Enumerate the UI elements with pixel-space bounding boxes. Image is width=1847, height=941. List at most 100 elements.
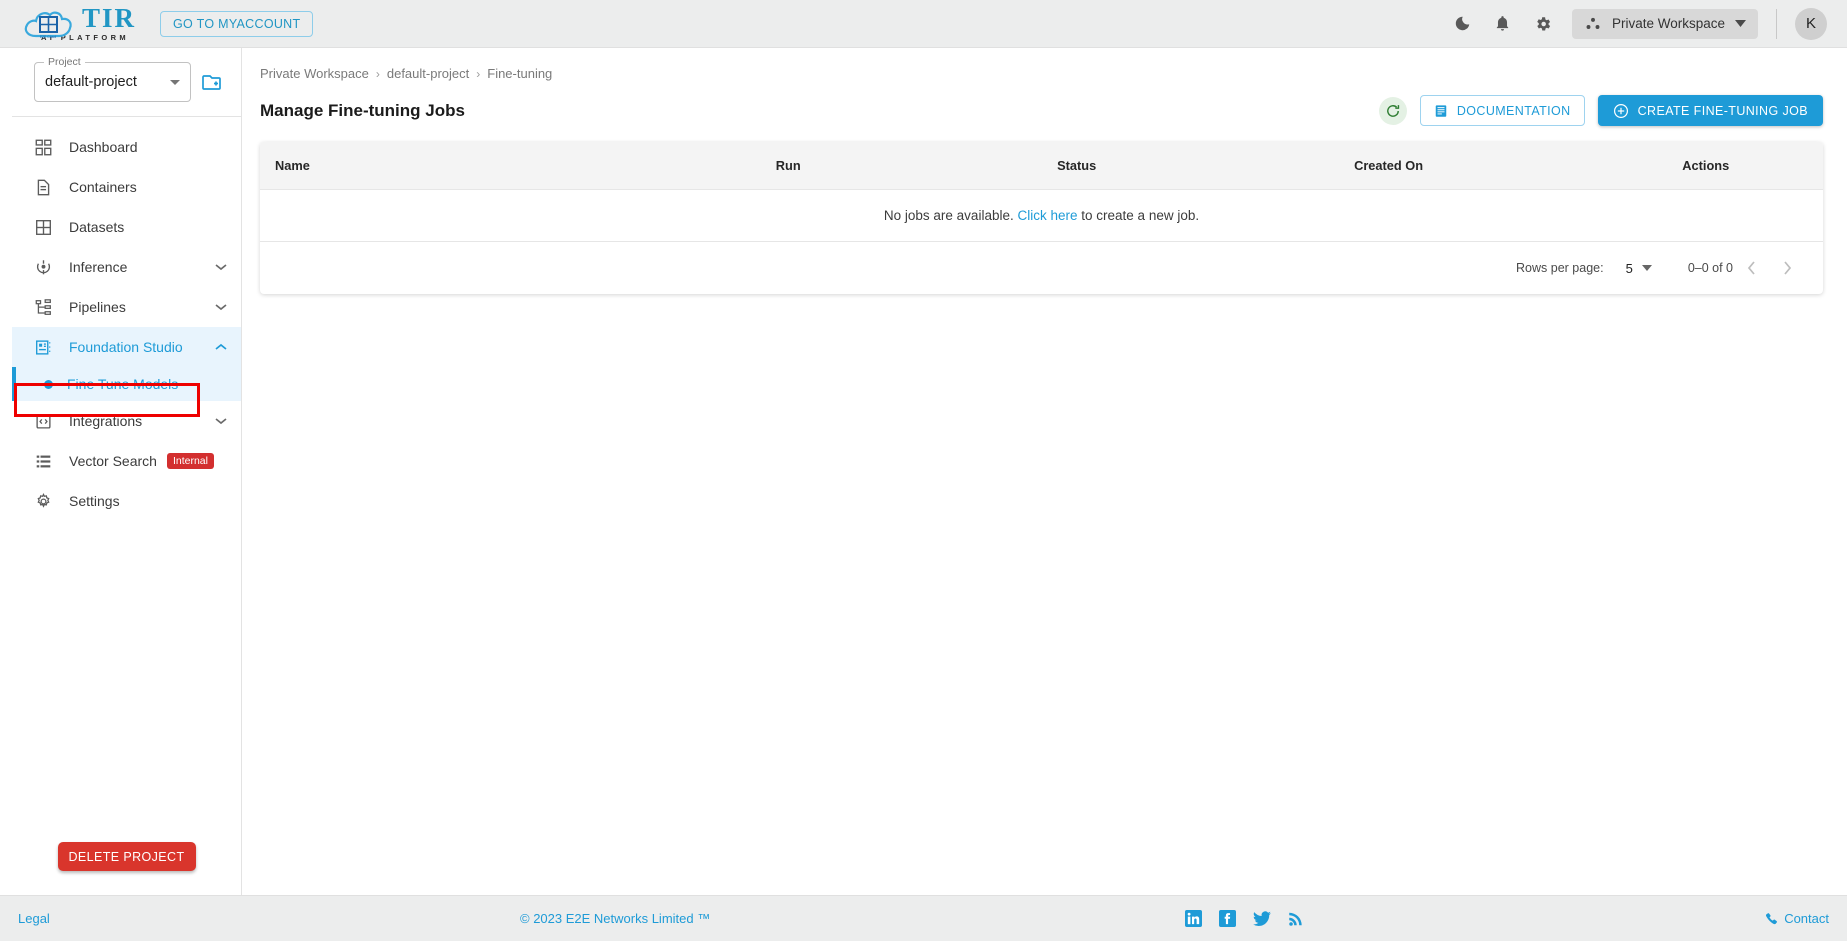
contact-link[interactable]: Contact bbox=[1765, 911, 1829, 926]
phone-icon bbox=[1765, 912, 1779, 926]
table-empty-row: No jobs are available. Click here to cre… bbox=[260, 189, 1823, 242]
sidebar-item-dashboard[interactable]: Dashboard bbox=[12, 127, 241, 167]
empty-text-before: No jobs are available. bbox=[883, 208, 1014, 223]
page-title: Manage Fine-tuning Jobs bbox=[260, 100, 465, 120]
sidebar-item-label: Vector Search bbox=[69, 453, 157, 469]
contact-label: Contact bbox=[1784, 911, 1829, 926]
copyright-text: © 2023 E2E Networks Limited ™ bbox=[520, 911, 711, 926]
sidebar-item-label: Fine Tune Models bbox=[67, 376, 179, 392]
delete-project-row: DELETE PROJECT bbox=[12, 842, 241, 895]
sidebar-item-settings[interactable]: Settings bbox=[12, 481, 241, 521]
breadcrumb-item-workspace[interactable]: Private Workspace bbox=[260, 66, 369, 81]
grid-icon bbox=[32, 219, 54, 236]
linkedin-icon[interactable] bbox=[1185, 910, 1202, 927]
svg-text:E2E Cloud: E2E Cloud bbox=[40, 35, 56, 39]
settings-gear-icon bbox=[32, 492, 54, 510]
page-actions: DOCUMENTATION CREATE FINE-TUNING JOB bbox=[1378, 95, 1823, 126]
sidebar-item-label: Containers bbox=[69, 179, 137, 195]
list-icon bbox=[32, 453, 54, 470]
sidebar-item-pipelines[interactable]: Pipelines bbox=[12, 287, 241, 327]
sidebar-item-inference[interactable]: Inference bbox=[12, 247, 241, 287]
sidebar-item-datasets[interactable]: Datasets bbox=[12, 207, 241, 247]
breadcrumb-item-current: Fine-tuning bbox=[487, 66, 553, 81]
table-header-row: Name Run Status Created On Actions bbox=[260, 142, 1823, 190]
rows-per-page-label: Rows per page: bbox=[1516, 261, 1604, 275]
book-icon bbox=[1434, 104, 1448, 118]
breadcrumb-separator: › bbox=[476, 66, 481, 81]
chevron-down-icon bbox=[1735, 20, 1746, 27]
workspace-label: Private Workspace bbox=[1611, 16, 1725, 31]
page-header-row: Manage Fine-tuning Jobs DOCUMENTATION CR… bbox=[243, 81, 1847, 126]
empty-text-after: to create a new job. bbox=[1081, 208, 1200, 223]
cloud-logo-icon: E2E Cloud bbox=[22, 8, 76, 42]
sidebar-item-label: Integrations bbox=[69, 413, 143, 429]
breadcrumb: Private Workspace › default-project › Fi… bbox=[243, 48, 1847, 81]
dashboard-icon bbox=[32, 139, 54, 156]
sidebar-item-label: Datasets bbox=[69, 219, 125, 235]
chevron-up-icon bbox=[215, 343, 227, 351]
chevron-down-icon bbox=[215, 417, 227, 425]
social-links bbox=[1185, 910, 1304, 927]
project-select[interactable]: Project default-project bbox=[34, 56, 191, 102]
fine-tuning-jobs-table: Name Run Status Created On Actions No jo… bbox=[260, 142, 1823, 242]
column-header-run: Run bbox=[775, 158, 801, 173]
chevron-right-icon[interactable] bbox=[1769, 250, 1805, 286]
moon-icon[interactable] bbox=[1452, 13, 1474, 35]
create-fine-tuning-job-label: CREATE FINE-TUNING JOB bbox=[1637, 103, 1808, 118]
avatar[interactable]: K bbox=[1795, 7, 1827, 40]
chevron-down-icon bbox=[170, 79, 180, 85]
app-header: E2E Cloud TIR AI PLATFORM GO TO MYACCOUN… bbox=[0, 0, 1847, 48]
sidebar-item-label: Settings bbox=[69, 493, 120, 509]
sidebar-item-label: Inference bbox=[69, 259, 128, 275]
project-select-value: default-project bbox=[45, 74, 137, 90]
sidebar-item-fine-tune-models[interactable]: Fine Tune Models bbox=[12, 367, 241, 401]
sidebar-item-label: Pipelines bbox=[69, 299, 126, 315]
workspace-selector[interactable]: Private Workspace bbox=[1571, 8, 1758, 39]
go-to-myaccount-button[interactable]: GO TO MYACCOUNT bbox=[160, 10, 314, 37]
table-pagination: Rows per page: 5 0–0 of 0 bbox=[260, 242, 1823, 294]
sidebar-item-label: Dashboard bbox=[69, 139, 138, 155]
breadcrumb-item-project[interactable]: default-project bbox=[387, 66, 469, 81]
sidebar: Project default-project Dashboard Contai… bbox=[12, 48, 242, 895]
sidebar-subnav: Fine Tune Models bbox=[12, 367, 241, 401]
add-folder-icon[interactable] bbox=[201, 72, 223, 92]
bullet-dot-icon bbox=[44, 379, 53, 389]
legal-link[interactable]: Legal bbox=[18, 911, 50, 926]
inference-icon bbox=[32, 259, 54, 276]
integrations-icon bbox=[32, 413, 54, 430]
jobs-table-card: Name Run Status Created On Actions No jo… bbox=[260, 142, 1823, 294]
foundation-studio-icon bbox=[32, 339, 54, 356]
chevron-down-icon bbox=[215, 263, 227, 271]
pagination-range: 0–0 of 0 bbox=[1687, 261, 1733, 275]
logo-title: TIR bbox=[82, 3, 137, 34]
empty-state-message: No jobs are available. Click here to cre… bbox=[260, 189, 1823, 242]
chevron-down-icon bbox=[215, 303, 227, 311]
pipelines-icon bbox=[32, 299, 54, 316]
chevron-left-icon[interactable] bbox=[1733, 250, 1769, 286]
main-content: Private Workspace › default-project › Fi… bbox=[243, 48, 1847, 895]
plus-circle-icon bbox=[1613, 103, 1629, 119]
create-fine-tuning-job-button[interactable]: CREATE FINE-TUNING JOB bbox=[1597, 95, 1823, 126]
sidebar-item-integrations[interactable]: Integrations bbox=[12, 401, 241, 441]
gear-icon[interactable] bbox=[1532, 13, 1554, 35]
sidebar-nav: Dashboard Containers Datasets Inference … bbox=[12, 117, 241, 842]
facebook-icon[interactable] bbox=[1219, 910, 1236, 927]
sidebar-item-foundation-studio[interactable]: Foundation Studio bbox=[12, 327, 241, 367]
delete-project-button[interactable]: DELETE PROJECT bbox=[57, 842, 196, 871]
rows-per-page-select[interactable]: 5 bbox=[1626, 261, 1652, 276]
twitter-icon[interactable] bbox=[1253, 910, 1271, 927]
breadcrumb-separator: › bbox=[375, 66, 380, 81]
column-header-status: Status bbox=[1057, 158, 1097, 173]
sidebar-item-containers[interactable]: Containers bbox=[12, 167, 241, 207]
rss-icon[interactable] bbox=[1288, 911, 1304, 927]
documentation-button[interactable]: DOCUMENTATION bbox=[1419, 95, 1585, 126]
refresh-icon[interactable] bbox=[1378, 96, 1407, 125]
sidebar-item-label: Foundation Studio bbox=[69, 339, 183, 355]
column-header-name: Name bbox=[275, 158, 310, 173]
bell-icon[interactable] bbox=[1492, 13, 1514, 35]
documentation-button-label: DOCUMENTATION bbox=[1456, 103, 1571, 118]
create-job-link[interactable]: Click here bbox=[1017, 208, 1077, 223]
tir-logo: E2E Cloud TIR AI PLATFORM bbox=[22, 5, 136, 42]
status-badge: Internal bbox=[166, 452, 214, 470]
sidebar-item-vector-search[interactable]: Vector Search Internal bbox=[12, 441, 241, 481]
